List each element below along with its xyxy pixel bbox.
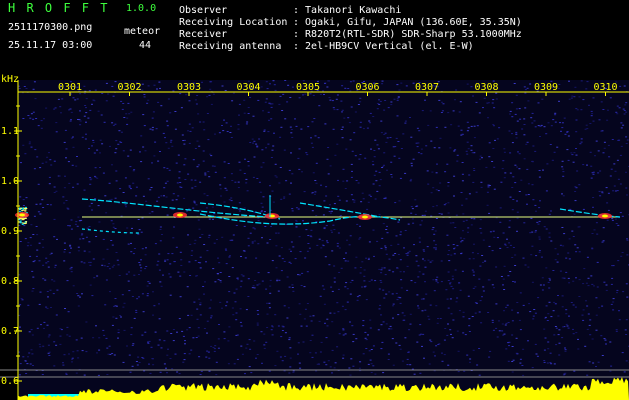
echo-core — [177, 213, 183, 217]
y-tick-label: 0.9 — [1, 226, 19, 237]
x-tick-label: 0304 — [236, 82, 260, 93]
x-tick-label: 0303 — [177, 82, 201, 93]
y-tick-label: 0.6 — [1, 376, 19, 387]
x-tick-label: 0307 — [415, 82, 439, 93]
x-tick-label: 0302 — [117, 82, 141, 93]
spectrogram-background — [18, 80, 629, 400]
y-tick-label: 1.1 — [1, 126, 19, 137]
echo-core — [19, 213, 25, 217]
x-tick-label: 0301 — [58, 82, 82, 93]
spectrogram: 0301 0302 0303 0304 0305 0306 0307 0308 0309 0310… — [0, 74, 629, 400]
echo-core — [362, 215, 368, 219]
y-tick-label: 0.7 — [1, 326, 19, 337]
x-tick-label: 0306 — [355, 82, 379, 93]
x-tick-label: 0309 — [534, 82, 558, 93]
x-tick-label: 0308 — [474, 82, 498, 93]
y-tick-label: 1.0 — [1, 176, 19, 187]
echo-core — [602, 214, 608, 218]
y-axis-unit: kHz — [1, 74, 19, 85]
y-tick-label: 0.8 — [1, 276, 19, 287]
x-tick-label: 0310 — [593, 82, 617, 93]
x-tick-label: 0305 — [296, 82, 320, 93]
